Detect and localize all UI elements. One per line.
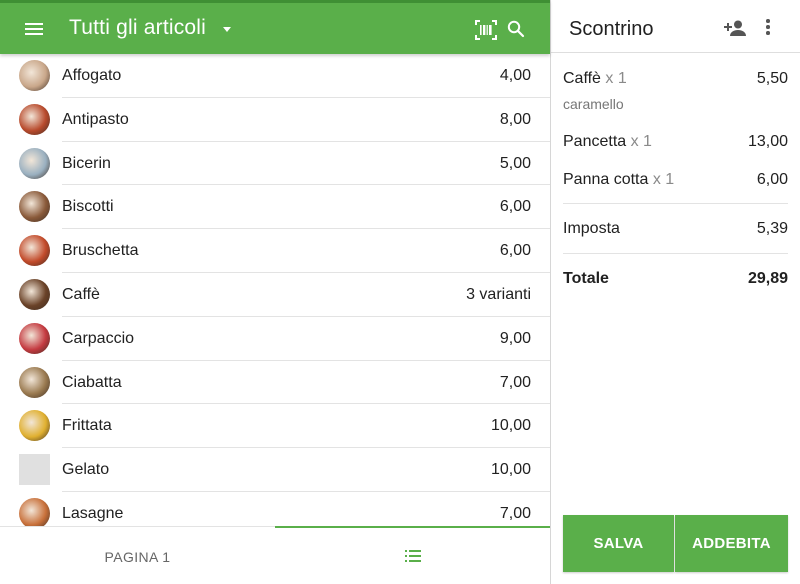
item-thumbnail — [19, 191, 50, 223]
tax-value: 5,39 — [756, 220, 788, 237]
receipt-title: Scontrino — [569, 18, 654, 40]
line-modifier: caramello — [563, 96, 624, 112]
item-thumbnail — [19, 235, 50, 267]
item-thumbnail — [19, 60, 50, 91]
tax-row: Imposta 5,39 — [563, 220, 788, 238]
item-thumbnail — [19, 454, 50, 486]
item-name: Frittata — [62, 417, 112, 435]
list-item[interactable]: Lasagne 7,00 — [0, 492, 550, 526]
item-price: 7,00 — [499, 504, 531, 522]
list-item[interactable]: Gelato 10,00 — [0, 448, 550, 492]
item-name: Ciabatta — [62, 373, 122, 391]
item-thumbnail — [19, 497, 50, 526]
list-item[interactable]: Carpaccio 9,00 — [0, 317, 550, 361]
item-price: 7,00 — [499, 373, 531, 391]
line-name: Caffè — [563, 70, 601, 87]
tab-page-1[interactable]: PAGINA 1 — [0, 527, 275, 584]
item-name: Antipasto — [62, 110, 129, 128]
tab-list[interactable] — [275, 526, 550, 584]
item-thumbnail — [19, 366, 50, 398]
list-item[interactable]: Bruschetta 6,00 — [0, 229, 550, 273]
item-price: 6,00 — [499, 198, 531, 216]
charge-button[interactable]: ADDEBITA — [675, 515, 788, 572]
tab-selected-indicator — [275, 526, 550, 528]
line-price: 13,00 — [747, 133, 788, 150]
item-name: Caffè — [62, 285, 100, 303]
tax-label: Imposta — [563, 220, 620, 237]
bottom-tabs: PAGINA 1 — [0, 526, 550, 584]
item-price: 8,00 — [499, 110, 531, 128]
item-price: 5,00 — [499, 154, 531, 172]
list-item[interactable]: Biscotti 6,00 — [0, 185, 550, 230]
menu-icon[interactable] — [23, 20, 45, 40]
receipt-line[interactable]: Caffè x 1 5,50 caramello — [563, 70, 788, 112]
item-price: 4,00 — [499, 67, 531, 84]
item-name: Biscotti — [62, 198, 114, 216]
add-customer-icon[interactable] — [724, 19, 746, 37]
list-item[interactable]: Antipasto 8,00 — [0, 98, 550, 142]
item-price: 6,00 — [499, 242, 531, 260]
item-price: 3 varianti — [466, 285, 531, 303]
category-selector[interactable]: Tutti gli articoli — [69, 16, 206, 40]
item-list-panel: Tutti gli articoli Affogato 4,00 Antipasto… — [0, 0, 550, 584]
item-thumbnail — [19, 410, 50, 442]
barcode-scan-icon[interactable] — [475, 20, 497, 40]
top-app-bar: Tutti gli articoli — [0, 0, 550, 54]
item-price: 10,00 — [490, 461, 531, 479]
list-item[interactable]: Frittata 10,00 — [0, 404, 550, 449]
line-price: 6,00 — [756, 171, 788, 188]
item-thumbnail — [19, 278, 50, 310]
line-name: Panna cotta — [563, 171, 649, 188]
item-thumbnail — [19, 103, 50, 135]
item-price: 9,00 — [499, 329, 531, 347]
item-name: Affogato — [62, 67, 122, 84]
receipt-separator — [563, 253, 788, 254]
more-vert-icon[interactable] — [765, 19, 771, 37]
line-price: 5,50 — [756, 70, 788, 87]
line-qty: x 1 — [605, 70, 627, 87]
item-thumbnail — [19, 147, 50, 179]
search-icon[interactable] — [506, 19, 526, 39]
item-price: 10,00 — [490, 417, 531, 435]
list-item[interactable]: Caffè 3 varianti — [0, 273, 550, 317]
item-name: Bicerin — [62, 154, 111, 172]
receipt-line[interactable]: Pancetta x 1 13,00 — [563, 133, 788, 151]
save-button[interactable]: SALVA — [563, 515, 674, 572]
line-qty: x 1 — [652, 171, 675, 188]
line-name: Pancetta — [563, 133, 627, 150]
item-name: Bruschetta — [62, 242, 139, 260]
list-icon — [405, 550, 421, 562]
receipt-header: Scontrino — [551, 3, 800, 53]
list-item[interactable]: Bicerin 5,00 — [0, 142, 550, 186]
list-item[interactable]: Ciabatta 7,00 — [0, 361, 550, 405]
item-thumbnail — [19, 322, 50, 354]
total-label: Totale — [563, 270, 609, 287]
list-item[interactable]: Affogato 4,00 — [0, 54, 550, 98]
item-list: Affogato 4,00 Antipasto 8,00 Bicerin 5,00 Bisc… — [0, 54, 550, 526]
item-name: Gelato — [62, 461, 110, 479]
receipt-panel: Scontrino Caffè x 1 5,50 caramello Pance… — [551, 0, 800, 584]
tab-page-label: PAGINA 1 — [104, 549, 171, 565]
total-value: 29,89 — [747, 270, 788, 287]
item-name: Lasagne — [62, 504, 124, 522]
item-name: Carpaccio — [62, 329, 135, 347]
receipt-separator — [563, 203, 788, 204]
receipt-line[interactable]: Panna cotta x 1 6,00 — [563, 171, 788, 189]
dropdown-caret-icon[interactable] — [223, 27, 231, 32]
line-qty: x 1 — [630, 133, 652, 150]
total-row: Totale 29,89 — [563, 270, 788, 288]
